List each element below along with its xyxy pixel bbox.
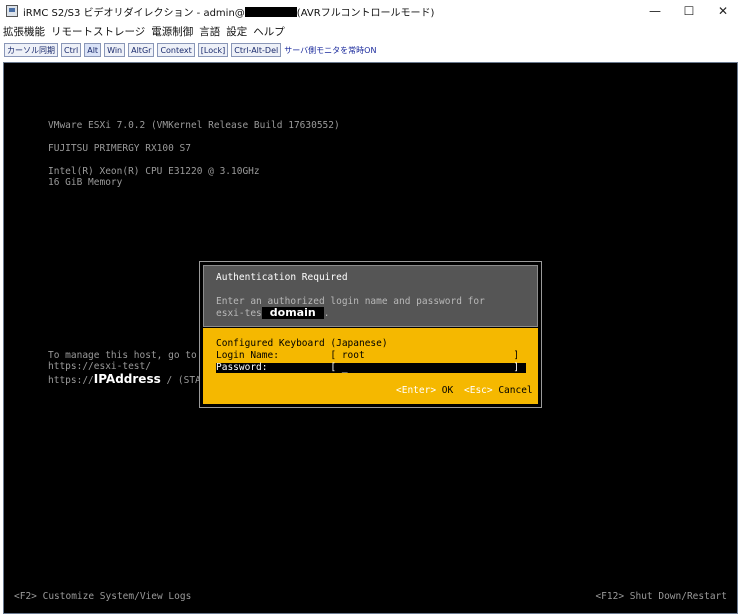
- menu-power-control[interactable]: 電源制御: [148, 24, 196, 39]
- minimize-button[interactable]: —: [638, 0, 672, 22]
- context-key-button[interactable]: Context: [157, 43, 195, 57]
- auth-prompt-line1: Enter an authorized login name and passw…: [216, 296, 485, 307]
- monitor-always-on-link[interactable]: サーバ側モニタを常時ON: [284, 45, 376, 56]
- keyboard-layout-label: Configured Keyboard (Japanese): [216, 338, 388, 349]
- menu-extensions[interactable]: 拡張機能: [0, 24, 48, 39]
- memory-line: 16 GiB Memory: [48, 177, 123, 188]
- menu-language[interactable]: 言語: [196, 24, 223, 39]
- password-field[interactable]: Password: [ _ ]: [216, 363, 519, 373]
- ok-button[interactable]: <Enter> OK: [396, 385, 453, 396]
- maximize-button[interactable]: ☐: [672, 0, 706, 22]
- altgr-key-button[interactable]: AltGr: [128, 43, 155, 57]
- toolbar: カーソル同期 Ctrl Alt Win AltGr Context [Lock]…: [0, 40, 740, 60]
- auth-dialog-header: Authentication Required Enter an authori…: [203, 265, 538, 327]
- customize-system-hint: <F2> Customize System/View Logs: [14, 591, 192, 602]
- login-name-field[interactable]: Login Name: [ root ]: [216, 350, 519, 361]
- win-key-button[interactable]: Win: [104, 43, 126, 57]
- auth-dialog-body: Configured Keyboard (Japanese) Login Nam…: [203, 328, 538, 404]
- menu-bar: 拡張機能 リモートストレージ 電源制御 言語 設定 ヘルプ: [0, 22, 740, 40]
- window-controls: — ☐ ✕: [638, 0, 740, 22]
- cursor-sync-button[interactable]: カーソル同期: [4, 43, 58, 57]
- remote-console[interactable]: VMware ESXi 7.0.2 (VMKernel Release Buil…: [3, 62, 738, 614]
- alt-key-button[interactable]: Alt: [84, 43, 102, 57]
- auth-dialog: Authentication Required Enter an authori…: [199, 261, 542, 408]
- menu-remote-storage[interactable]: リモートストレージ: [48, 24, 148, 39]
- manage-host-line: To manage this host, go to: [48, 350, 197, 361]
- shutdown-restart-hint: <F12> Shut Down/Restart: [595, 591, 727, 602]
- console-screen[interactable]: VMware ESXi 7.0.2 (VMKernel Release Buil…: [4, 63, 737, 613]
- domain-label: domain: [261, 307, 324, 319]
- auth-dialog-title: Authentication Required: [216, 272, 348, 283]
- close-button[interactable]: ✕: [706, 0, 740, 22]
- cancel-button[interactable]: <Esc> Cancel: [464, 385, 533, 396]
- menu-help[interactable]: ヘルプ: [250, 24, 288, 39]
- window-title: iRMC S2/S3 ビデオリダイレクション - admin@ (AVRフルコント…: [23, 6, 435, 19]
- auth-prompt-line2: esxi-tes domain.: [216, 306, 330, 319]
- ip-url-line: https://IPAddress / (STA: [48, 372, 201, 386]
- host-url-line: https://esxi-test/: [48, 361, 151, 372]
- cpu-line: Intel(R) Xeon(R) CPU E31220 @ 3.10GHz: [48, 166, 260, 177]
- app-icon: [6, 5, 18, 17]
- window-titlebar: iRMC S2/S3 ビデオリダイレクション - admin@ (AVRフルコント…: [0, 0, 740, 22]
- ip-address-label: IPAddress: [93, 372, 161, 386]
- ctrl-key-button[interactable]: Ctrl: [61, 43, 82, 57]
- lock-key-button[interactable]: [Lock]: [197, 43, 229, 57]
- menu-settings[interactable]: 設定: [223, 24, 250, 39]
- server-model-line: FUJITSU PRIMERGY RX100 S7: [48, 143, 191, 154]
- esxi-version-line: VMware ESXi 7.0.2 (VMKernel Release Buil…: [48, 120, 340, 131]
- redacted-hostname: [244, 6, 297, 17]
- ctrl-alt-del-button[interactable]: Ctrl-Alt-Del: [231, 43, 282, 57]
